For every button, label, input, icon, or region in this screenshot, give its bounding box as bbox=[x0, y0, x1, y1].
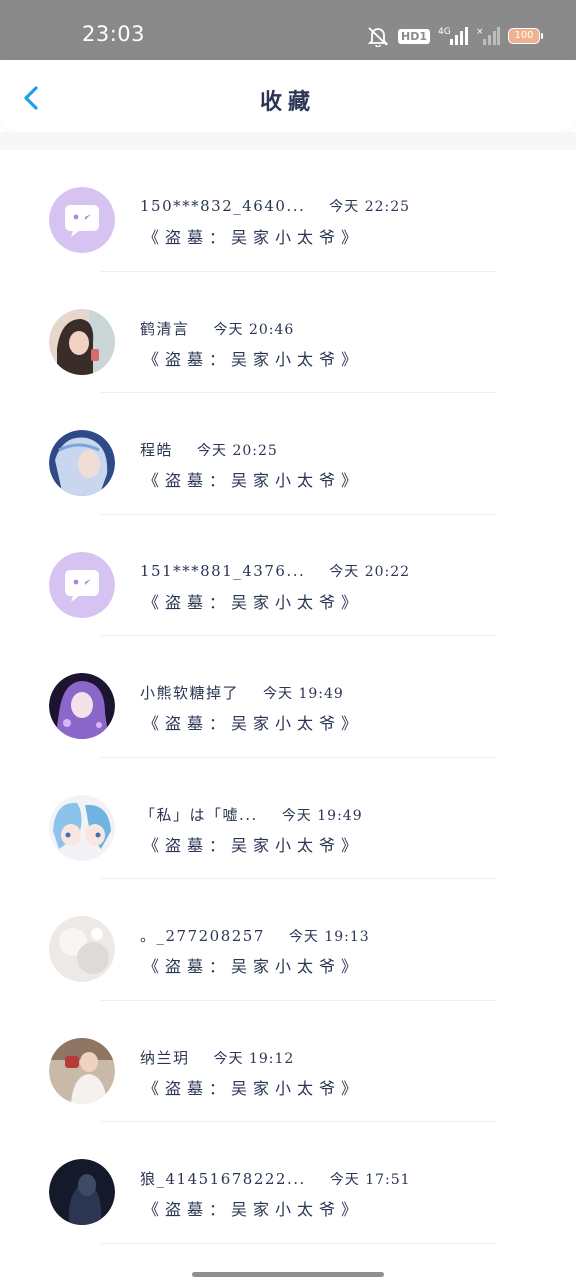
user-name[interactable]: 小熊软糖掉了 bbox=[140, 682, 239, 703]
avatar[interactable] bbox=[49, 551, 115, 618]
book-title[interactable]: 《盗墓：吴家小太爷》 bbox=[143, 346, 363, 370]
list-item[interactable]: 鹤清言 今天 20:46 《盗墓：吴家小太爷》 bbox=[0, 272, 576, 393]
item-meta: 小熊软糖掉了 今天 19:49 bbox=[140, 682, 344, 703]
avatar[interactable] bbox=[49, 673, 115, 739]
book-title[interactable]: 《盗墓：吴家小太爷》 bbox=[143, 832, 363, 856]
hd-badge: HD1 bbox=[398, 28, 430, 44]
mute-bell-icon bbox=[367, 27, 389, 47]
status-bar: 23:03 HD1 4G × 100 bbox=[0, 0, 576, 60]
svg-text:×: × bbox=[476, 27, 484, 37]
user-name[interactable]: 150***832_4640... bbox=[140, 197, 305, 215]
avatar[interactable] bbox=[49, 308, 115, 375]
status-time: 23:03 bbox=[82, 22, 146, 46]
home-indicator[interactable] bbox=[192, 1272, 384, 1277]
item-meta: 「私」は「嘘... 今天 19:49 bbox=[140, 804, 363, 825]
list-item[interactable]: 「私」は「嘘... 今天 19:49 《盗墓：吴家小太爷》 bbox=[0, 758, 576, 879]
item-meta: 程皓 今天 20:25 bbox=[140, 439, 278, 460]
user-name[interactable]: 151***881_4376... bbox=[140, 562, 305, 580]
page-title: 收藏 bbox=[259, 89, 316, 115]
signal-4g-icon: 4G bbox=[438, 27, 468, 45]
list-item[interactable]: 小熊软糖掉了 今天 19:49 《盗墓：吴家小太爷》 bbox=[0, 636, 576, 758]
book-title[interactable]: 《盗墓：吴家小太爷》 bbox=[143, 953, 363, 977]
user-name[interactable]: 。_277208257 bbox=[140, 925, 265, 946]
avatar[interactable] bbox=[49, 916, 115, 982]
item-meta: 。_277208257 今天 19:13 bbox=[140, 925, 370, 946]
avatar[interactable] bbox=[49, 1037, 115, 1104]
user-name[interactable]: 纳兰玥 bbox=[140, 1047, 190, 1068]
list-item[interactable]: 程皓 今天 20:25 《盗墓：吴家小太爷》 bbox=[0, 393, 576, 515]
status-icons: HD1 4G × 100 bbox=[366, 24, 543, 48]
list-item[interactable]: 。_277208257 今天 19:13 《盗墓：吴家小太爷》 bbox=[0, 879, 576, 1001]
timestamp: 今天 20:22 bbox=[329, 563, 411, 580]
user-name[interactable]: 鹤清言 bbox=[140, 318, 190, 339]
book-title[interactable]: 《盗墓：吴家小太爷》 bbox=[143, 710, 363, 734]
avatar[interactable] bbox=[49, 1159, 115, 1225]
timestamp: 今天 20:25 bbox=[197, 443, 278, 459]
avatar[interactable] bbox=[49, 430, 115, 496]
timestamp: 今天 19:13 bbox=[288, 929, 370, 945]
battery-icon: 100 bbox=[508, 28, 543, 44]
list-item[interactable]: 151***881_4376... 今天 20:22 《盗墓：吴家小太爷》 bbox=[0, 515, 576, 636]
user-name[interactable]: 狼_41451678222... bbox=[140, 1168, 306, 1189]
item-meta: 150***832_4640... 今天 22:25 bbox=[140, 196, 410, 216]
timestamp: 今天 19:12 bbox=[213, 1050, 295, 1067]
book-title[interactable]: 《盗墓：吴家小太爷》 bbox=[143, 589, 363, 613]
timestamp: 今天 19:49 bbox=[281, 807, 363, 824]
section-divider bbox=[0, 132, 576, 150]
list-item[interactable]: 150***832_4640... 今天 22:25 《盗墓：吴家小太爷》 bbox=[0, 150, 576, 272]
book-title[interactable]: 《盗墓：吴家小太爷》 bbox=[143, 467, 363, 491]
item-meta: 鹤清言 今天 20:46 bbox=[140, 318, 294, 339]
timestamp: 今天 22:25 bbox=[329, 199, 411, 215]
user-name[interactable]: 程皓 bbox=[140, 439, 173, 460]
svg-text:4G: 4G bbox=[438, 27, 451, 37]
item-meta: 纳兰玥 今天 19:12 bbox=[140, 1047, 294, 1068]
timestamp: 今天 19:49 bbox=[263, 686, 344, 702]
book-title[interactable]: 《盗墓：吴家小太爷》 bbox=[143, 1075, 363, 1099]
book-title[interactable]: 《盗墓：吴家小太爷》 bbox=[143, 1196, 363, 1220]
signal-no-service-icon: × bbox=[476, 27, 500, 45]
item-meta: 狼_41451678222... 今天 17:51 bbox=[140, 1168, 411, 1189]
book-title[interactable]: 《盗墓：吴家小太爷》 bbox=[143, 224, 363, 248]
timestamp: 今天 17:51 bbox=[329, 1172, 411, 1188]
avatar[interactable] bbox=[49, 794, 115, 861]
avatar[interactable] bbox=[49, 187, 115, 253]
item-divider bbox=[100, 1242, 496, 1244]
header: 收藏 bbox=[0, 60, 576, 132]
item-meta: 151***881_4376... 今天 20:22 bbox=[140, 561, 410, 581]
timestamp: 今天 20:46 bbox=[213, 321, 295, 338]
user-name[interactable]: 「私」は「嘘... bbox=[140, 804, 258, 825]
list-item[interactable]: 狼_41451678222... 今天 17:51 《盗墓：吴家小太爷》 bbox=[0, 1122, 576, 1244]
favorites-list: 150***832_4640... 今天 22:25 《盗墓：吴家小太爷》 鹤清言 今天… bbox=[0, 150, 576, 1244]
list-item[interactable]: 纳兰玥 今天 19:12 《盗墓：吴家小太爷》 bbox=[0, 1001, 576, 1122]
